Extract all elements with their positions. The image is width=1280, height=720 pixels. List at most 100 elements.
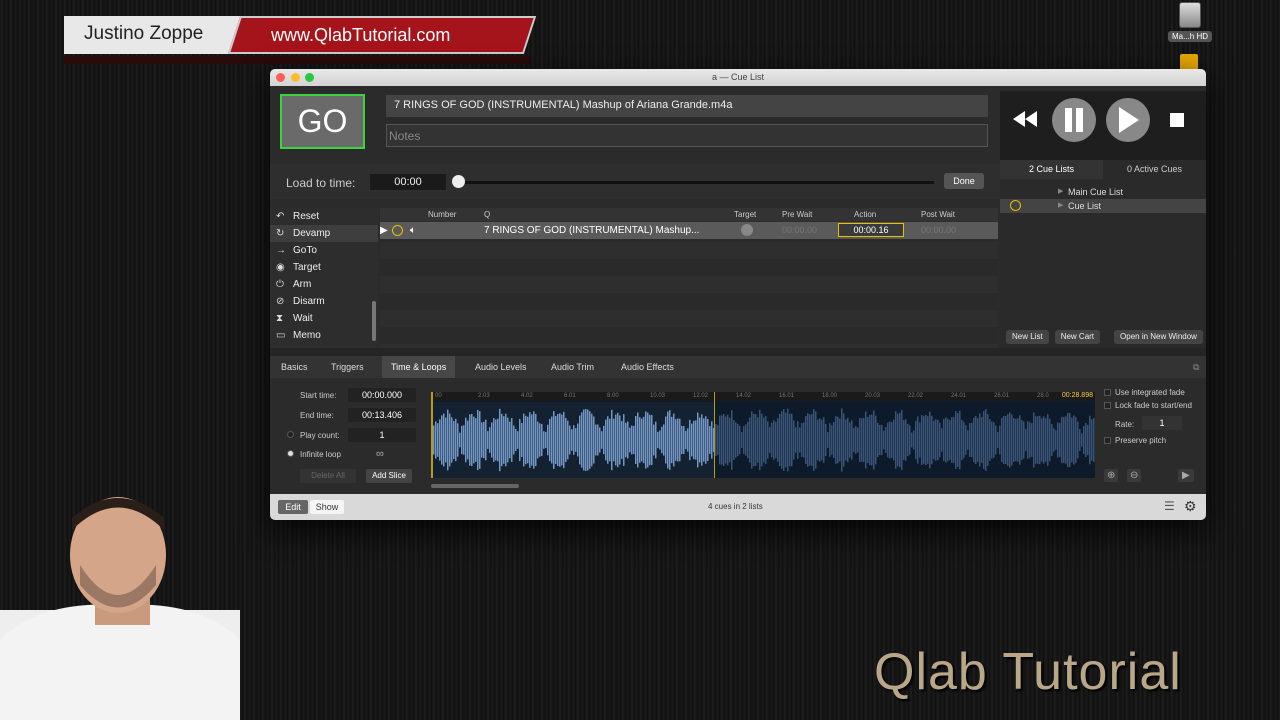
toolbox-item-target[interactable]: ◉ Target [270, 259, 378, 276]
waveform-bar [991, 421, 993, 459]
stop-button[interactable] [1162, 105, 1192, 135]
watermark-logo: Qlab Tutorial [874, 643, 1182, 701]
infinite-loop-radio[interactable] [287, 450, 294, 457]
tab-audio-effects[interactable]: Audio Effects [612, 356, 683, 378]
ruler-tick-label: 4.02 [521, 393, 533, 399]
waveform-scrollbar[interactable] [431, 484, 519, 488]
play-count-field[interactable]: 1 [348, 428, 416, 442]
waveform-bar [917, 416, 919, 464]
table-row[interactable]: ▶ 🔈︎ 7 RINGS OF GOD (INSTRUMENTAL) Mashu… [380, 222, 998, 239]
toolbox-item-devamp[interactable]: ↻ Devamp [270, 225, 378, 242]
slice-marker[interactable] [714, 392, 715, 478]
tab-basics[interactable]: Basics [272, 356, 317, 378]
target-icon: ◉ [276, 262, 285, 273]
tab-triggers[interactable]: Triggers [322, 356, 373, 378]
new-cart-button[interactable]: New Cart [1054, 330, 1101, 344]
notes-field[interactable]: Notes [386, 124, 988, 147]
list-item[interactable]: ▶ Main Cue List [1000, 185, 1206, 199]
toolbox-item-wait[interactable]: ⧗ Wait [270, 310, 378, 327]
zoom-button[interactable] [305, 73, 314, 82]
waveform-bar [865, 411, 867, 469]
play-button[interactable] [1106, 98, 1150, 142]
new-list-button[interactable]: New List [1006, 330, 1049, 344]
end-time-field[interactable]: 00:13.406 [348, 408, 416, 422]
waveform-bar [723, 413, 725, 467]
split-divider[interactable] [270, 348, 1206, 356]
waveform-bar [835, 416, 837, 464]
postwait-value[interactable]: 00:00.00 [921, 225, 956, 235]
header-prewait[interactable]: Pre Wait [782, 210, 812, 219]
lock-fade-checkbox[interactable] [1104, 402, 1111, 409]
load-slider-knob[interactable] [452, 175, 465, 188]
edit-mode-button[interactable]: Edit [278, 500, 308, 514]
waveform-bar [911, 432, 913, 448]
start-marker[interactable] [431, 392, 433, 478]
tab-audio-levels[interactable]: Audio Levels [466, 356, 536, 378]
popout-icon[interactable]: ⧉ [1184, 356, 1206, 378]
toolbox-item-disarm[interactable]: ⊘ Disarm [270, 293, 378, 310]
tab-cue-lists[interactable]: 2 Cue Lists [1000, 160, 1103, 179]
tab-active-cues[interactable]: 0 Active Cues [1103, 160, 1206, 179]
waveform-bar [1065, 416, 1067, 464]
done-button[interactable]: Done [944, 173, 984, 189]
ruler-tick-label: 24.01 [951, 393, 967, 399]
tab-time-loops[interactable]: Time & Loops [382, 356, 456, 378]
cue-name-field[interactable]: 7 RINGS OF GOD (INSTRUMENTAL) Mashup of … [386, 95, 988, 117]
toolbox-item-goto[interactable]: → GoTo [270, 242, 378, 259]
pause-button[interactable] [1052, 98, 1096, 142]
start-time-field[interactable]: 00:00.000 [348, 388, 416, 402]
title-bar: a — Cue List [270, 69, 1206, 86]
zoom-in-icon[interactable]: ⊕ [1104, 469, 1119, 482]
close-button[interactable] [276, 73, 285, 82]
preserve-pitch-checkbox[interactable] [1104, 437, 1111, 444]
prewait-value[interactable]: 00:00.00 [782, 225, 817, 235]
tab-audio-trim[interactable]: Audio Trim [542, 356, 603, 378]
play-icon [1119, 107, 1139, 133]
header-action[interactable]: Action [854, 210, 876, 219]
load-time-field[interactable]: 00:00 [370, 174, 446, 190]
zoom-out-icon[interactable]: ⊖ [1127, 469, 1142, 482]
integrated-fade-checkbox[interactable] [1104, 389, 1111, 396]
open-new-window-button[interactable]: Open in New Window [1114, 330, 1203, 344]
rate-field[interactable]: 1 [1142, 416, 1182, 430]
play-count-radio[interactable] [287, 431, 294, 438]
minimize-button[interactable] [291, 73, 300, 82]
toolbox-item-memo[interactable]: ▭ Memo [270, 327, 378, 344]
go-button[interactable]: GO [280, 94, 365, 149]
waveform-bar [863, 417, 865, 463]
toolbox-item-arm[interactable]: ⏻ Arm [270, 276, 378, 293]
waveform-bar [1021, 419, 1023, 461]
waveform-bar [1051, 424, 1053, 456]
waveform-bar [719, 415, 721, 465]
list-item[interactable]: ▶ Cue List [1000, 199, 1206, 213]
waveform-bar [857, 427, 859, 453]
desktop-drive-icon[interactable]: Ma...h HD [1168, 2, 1212, 42]
target-arrow-icon[interactable] [741, 224, 753, 236]
rewind-button[interactable] [1008, 101, 1044, 137]
add-slice-button[interactable]: Add Slice [366, 469, 412, 483]
header-target[interactable]: Target [734, 210, 756, 219]
waveform-bar [1029, 422, 1031, 458]
toolbox-item-reset[interactable]: ↶ Reset [270, 208, 378, 225]
waveform-bar [851, 420, 853, 460]
header-postwait[interactable]: Post Wait [921, 210, 955, 219]
folder-icon[interactable] [1180, 54, 1198, 70]
toolbox-scrollbar[interactable] [372, 301, 376, 341]
header-q[interactable]: Q [484, 210, 490, 219]
waveform-bar [875, 415, 877, 465]
preview-play-icon[interactable]: ▶ [1178, 469, 1194, 482]
waveform-bar [983, 411, 985, 469]
list-icon[interactable]: ☰ [1164, 499, 1175, 513]
delete-all-button[interactable]: Delete All [300, 469, 356, 483]
waveform-bar [951, 417, 953, 463]
load-slider-track[interactable] [458, 181, 934, 184]
gear-icon[interactable]: ⚙ [1184, 498, 1197, 515]
header-number[interactable]: Number [428, 210, 456, 219]
waveform-view[interactable]: 00 2.03 4.02 6.01 8.00 10.03 12.02 14.02 16.01 18… [431, 392, 1095, 478]
waveform-bar [853, 427, 855, 453]
ruler-tick-label: 10.03 [650, 393, 666, 399]
show-mode-button[interactable]: Show [310, 500, 344, 514]
waveform-bar [783, 409, 785, 471]
action-value[interactable]: 00:00.16 [838, 223, 904, 237]
loop-slice-region[interactable] [431, 402, 715, 478]
